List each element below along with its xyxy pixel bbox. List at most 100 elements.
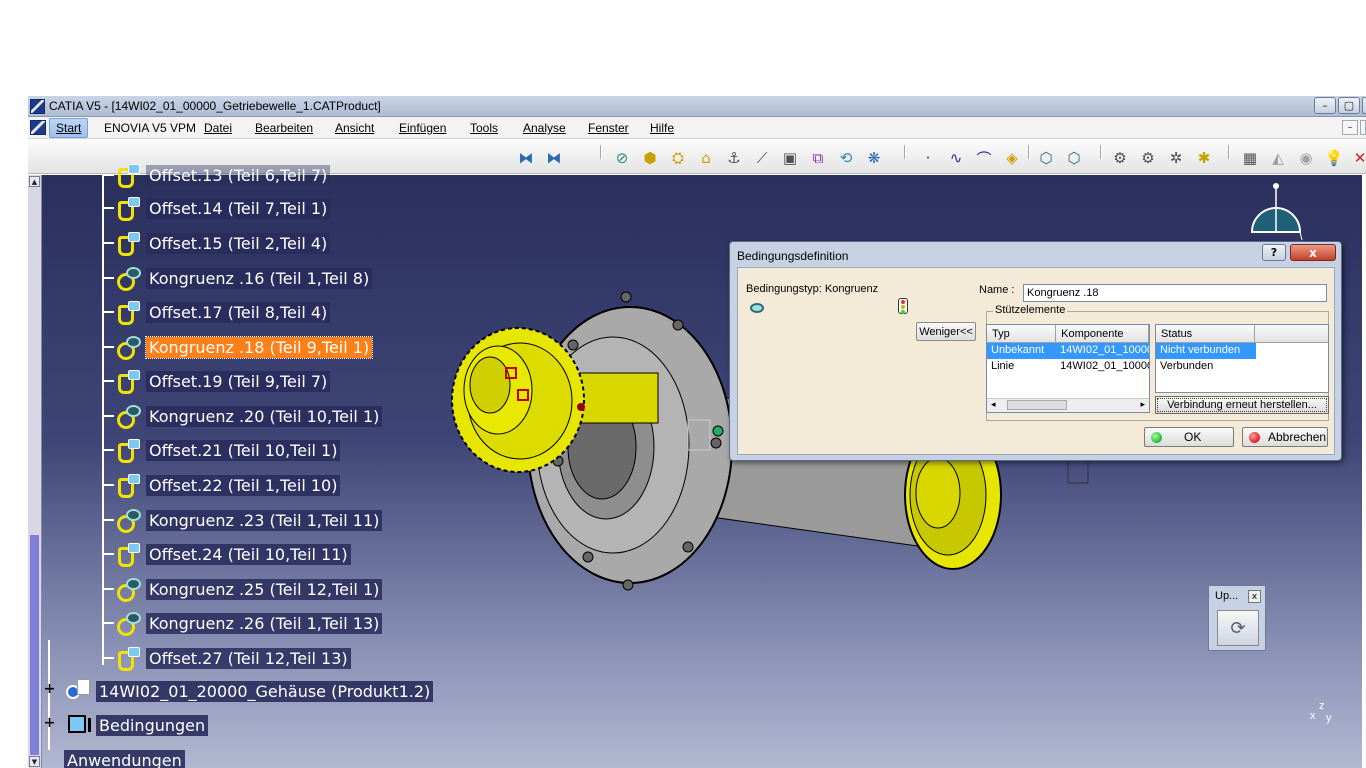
name-field[interactable]: Kongruenz .18: [1023, 284, 1327, 302]
table-row[interactable]: Unbekannt 14WI02_01_10000: [987, 343, 1149, 359]
tree-item[interactable]: Kongruenz .26 (Teil 1,Teil 13): [102, 610, 383, 636]
kongruenz-constraint-icon: [114, 334, 141, 360]
update-icon[interactable]: ⟳: [1217, 610, 1259, 646]
update-mini-window: Up... x ⟳: [1208, 585, 1266, 651]
group-label: Stützelemente: [993, 304, 1068, 316]
column-header-komponente[interactable]: Komponente: [1056, 325, 1149, 342]
tree-item[interactable]: Offset.24 (Teil 10,Teil 11): [102, 541, 351, 567]
expand-product-icon[interactable]: +: [44, 681, 56, 697]
menu-start[interactable]: Start: [49, 118, 89, 138]
change-constraint-icon[interactable]: ⟲: [836, 148, 856, 168]
grid-hscrollbar[interactable]: ◂ ▸: [987, 398, 1149, 412]
offset-constraint-icon: [114, 645, 140, 671]
tree-item[interactable]: Offset.17 (Teil 8,Teil 4): [102, 299, 331, 325]
name-label: Name :: [979, 284, 1015, 296]
line-icon[interactable]: ∿: [946, 148, 966, 168]
scroll-left-icon[interactable]: ◂: [991, 400, 996, 410]
tree-item[interactable]: Offset.13 (Teil 6,Teil 7): [102, 162, 331, 188]
scroll-up-icon[interactable]: ▲: [29, 176, 40, 187]
cancel-button[interactable]: Abbrechen: [1242, 427, 1328, 447]
explode-icon[interactable]: ⚙: [1110, 148, 1130, 168]
dialog-close-button[interactable]: x: [1290, 244, 1336, 261]
reconnect-button[interactable]: Verbindung erneut herstellen...: [1155, 396, 1329, 414]
doc-restore-button[interactable]: [1360, 120, 1366, 135]
update-icon[interactable]: ⬡: [1036, 148, 1056, 168]
close-window-button[interactable]: [1362, 97, 1366, 114]
tree-item[interactable]: Offset.27 (Teil 12,Teil 13): [102, 645, 351, 671]
manipulation-icon[interactable]: ⚙: [1138, 148, 1158, 168]
kongruenz-constraint-icon: [114, 507, 141, 533]
tree-applications-node[interactable]: Anwendungen: [64, 750, 185, 768]
table-row[interactable]: Nicht verbunden: [1156, 343, 1328, 359]
plane-icon[interactable]: ⌒: [974, 148, 994, 168]
tree-product-node[interactable]: 14WI02_01_20000_Gehäuse (Produkt1.2): [96, 681, 434, 702]
maximize-button[interactable]: ▢: [1338, 97, 1360, 114]
doc-minimize-button[interactable]: –: [1342, 120, 1358, 135]
tree-item[interactable]: Offset.19 (Teil 9,Teil 7): [102, 368, 331, 394]
angle-icon[interactable]: ⌂: [696, 148, 716, 168]
catia-doc-icon[interactable]: [30, 120, 46, 135]
tree-scrollbar[interactable]: ▲ ▼: [28, 175, 42, 768]
tree-item[interactable]: Offset.14 (Teil 7,Teil 1): [102, 195, 331, 221]
clash-icon[interactable]: ◭: [1268, 148, 1288, 168]
contact-icon[interactable]: ⬢: [640, 148, 660, 168]
status-grid[interactable]: Status Nicht verbunden Verbunden: [1155, 324, 1329, 393]
scene-icon[interactable]: ▦: [1240, 148, 1260, 168]
fix-together-2-icon[interactable]: ⟋: [752, 148, 772, 168]
update-all-icon[interactable]: ⬡: [1064, 148, 1084, 168]
expand-constraints-icon[interactable]: +: [44, 715, 56, 731]
window-title: CATIA V5 - [14WI02_01_00000_Getriebewell…: [49, 99, 381, 113]
menu-ansicht[interactable]: Ansicht: [335, 121, 374, 135]
snap-icon[interactable]: ✲: [1166, 148, 1186, 168]
ok-button[interactable]: OK: [1144, 427, 1234, 447]
anchor-icon[interactable]: ⚓: [724, 148, 744, 168]
less-button[interactable]: Weniger<<: [916, 322, 976, 341]
column-header-status[interactable]: Status: [1156, 325, 1255, 342]
menu-tools[interactable]: Tools: [470, 121, 498, 135]
menu-datei[interactable]: Datei: [204, 121, 232, 135]
smart-move-icon[interactable]: ✱: [1194, 148, 1214, 168]
menu-bearbeiten[interactable]: Bearbeiten: [255, 121, 313, 135]
tree-item[interactable]: Kongruenz .16 (Teil 1,Teil 8): [102, 265, 373, 291]
reuse-pattern-icon[interactable]: ❋: [864, 148, 884, 168]
tree-item[interactable]: Kongruenz .25 (Teil 12,Teil 1): [102, 576, 383, 602]
dialog-title: Bedingungsdefinition: [737, 249, 849, 263]
cross-icon[interactable]: ✕: [1350, 148, 1366, 168]
fix-component-icon[interactable]: ⧓: [516, 148, 536, 168]
scroll-thumb[interactable]: [30, 535, 39, 755]
column-header-typ[interactable]: Typ: [987, 325, 1057, 342]
scroll-right-icon[interactable]: ▸: [1140, 400, 1145, 410]
flexible-rigid-icon[interactable]: ⧉: [808, 148, 828, 168]
grid-header: Status: [1156, 325, 1328, 343]
tree-item-selected[interactable]: Kongruenz .18 (Teil 9,Teil 1): [102, 334, 374, 360]
point-icon[interactable]: ·: [918, 148, 938, 168]
menu-fenster[interactable]: Fenster: [588, 121, 629, 135]
cancel-dot-icon: [1249, 431, 1260, 443]
menu-enovia[interactable]: ENOVIA V5 VPM: [104, 121, 196, 135]
menu-hilfe[interactable]: Hilfe: [650, 121, 674, 135]
coincidence-icon[interactable]: ⊘: [612, 148, 632, 168]
tree-item[interactable]: Kongruenz .20 (Teil 10,Teil 1): [102, 403, 383, 429]
scroll-down-icon[interactable]: ▼: [29, 756, 40, 767]
help-button[interactable]: ?: [1262, 244, 1286, 261]
view-icon[interactable]: ◉: [1296, 148, 1316, 168]
minimize-button[interactable]: –: [1314, 97, 1336, 114]
menu-analyse[interactable]: Analyse: [523, 121, 566, 135]
lightbulb-icon[interactable]: 💡: [1324, 148, 1344, 168]
fix-together-icon[interactable]: ⧓: [544, 148, 564, 168]
table-row[interactable]: Linie 14WI02_01_10000: [987, 359, 1149, 375]
kongruenz-type-icon: [750, 300, 766, 314]
quick-constraint-icon[interactable]: ▣: [780, 148, 800, 168]
mini-window-close-button[interactable]: x: [1248, 590, 1261, 603]
measure-icon[interactable]: ◈: [1002, 148, 1022, 168]
elements-grid[interactable]: Typ Komponente Unbekannt 14WI02_01_10000…: [986, 324, 1150, 413]
scroll-thumb[interactable]: [1007, 400, 1067, 410]
tree-item[interactable]: Kongruenz .23 (Teil 1,Teil 11): [102, 507, 383, 533]
offset-icon[interactable]: ⛭: [668, 148, 688, 168]
tree-item[interactable]: Offset.15 (Teil 2,Teil 4): [102, 230, 331, 256]
table-row[interactable]: Verbunden: [1156, 359, 1328, 375]
tree-item[interactable]: Offset.21 (Teil 10,Teil 1): [102, 437, 341, 463]
tree-constraints-node[interactable]: Bedingungen: [96, 715, 209, 736]
tree-item[interactable]: Offset.22 (Teil 1,Teil 10): [102, 472, 341, 498]
menu-einfuegen[interactable]: Einfügen: [399, 121, 446, 135]
